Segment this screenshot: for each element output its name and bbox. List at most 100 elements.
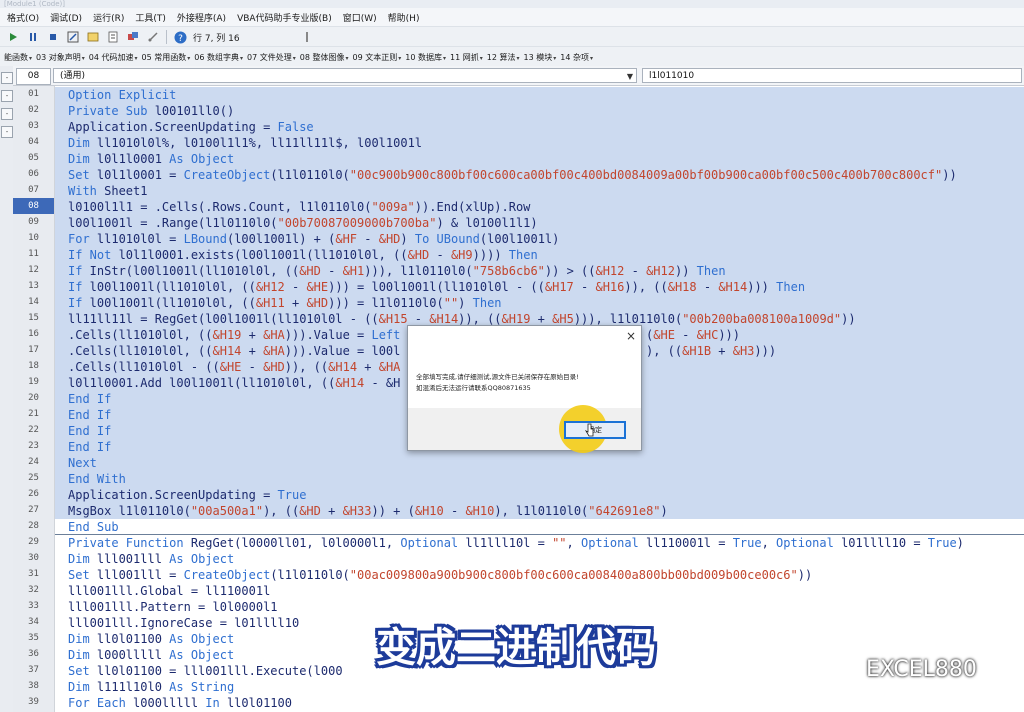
tb2-functions[interactable]: 能函数▾ <box>4 52 32 63</box>
code-line-text: Dim ll1010l0l%, l0100l1l1%, ll11ll11l$, … <box>68 136 423 150</box>
collapse-button[interactable]: - <box>1 126 13 138</box>
line-number: 26 <box>28 489 39 499</box>
vba-assistant-toolbar: 能函数▾ 03 对象声明▾ 04 代码加速▾ 05 常用函数▾ 06 数组字典▾… <box>0 46 1024 68</box>
code-line[interactable]: Application.ScreenUpdating = True <box>55 487 1024 503</box>
code-line[interactable]: Private Sub l00101ll0() <box>55 103 1024 119</box>
code-line[interactable]: With Sheet1 <box>55 183 1024 199</box>
tb2-web-scraping[interactable]: 11 网抓▾ <box>450 52 483 63</box>
menu-tools[interactable]: 工具(T) <box>135 11 166 24</box>
line-number: 16 <box>28 329 39 339</box>
object-browser-icon[interactable] <box>126 30 140 44</box>
line-number: 14 <box>28 297 39 307</box>
code-line[interactable]: End With <box>55 471 1024 487</box>
tb2-image[interactable]: 08 整体图像▾ <box>300 52 349 63</box>
code-line-text: Option Explicit <box>68 88 177 102</box>
code-line[interactable]: Set l0l1l0001 = CreateObject(l1l0110l0("… <box>55 167 1024 183</box>
line-number-gutter: 01 02 03 04 05 06 07 08 09 10 11 12 13 14 15 16 17 18 19 20… <box>13 86 55 712</box>
line-number: 22 <box>28 425 39 435</box>
code-line[interactable]: For Each l000lllll In ll0l01100 <box>55 695 1024 711</box>
code-line[interactable]: If l00l1001l(ll1010l0l, ((&H12 - &HE))) … <box>55 279 1024 295</box>
line-number: 38 <box>28 681 39 691</box>
code-line[interactable]: If Not l0l1l0001.exists(l00l1001l(ll1010… <box>55 247 1024 263</box>
collapse-button[interactable]: - <box>1 108 13 120</box>
menu-addins[interactable]: 外接程序(A) <box>177 11 226 24</box>
menu-vba-assistant[interactable]: VBA代码助手专业版(B) <box>237 11 332 24</box>
menu-debug[interactable]: 调试(D) <box>50 11 82 24</box>
tb2-array-dictionary[interactable]: 06 数组字典▾ <box>194 52 243 63</box>
tb2-database[interactable]: 10 数据库▾ <box>405 52 446 63</box>
menu-help[interactable]: 帮助(H) <box>388 11 420 24</box>
menu-format[interactable]: 格式(O) <box>7 11 39 24</box>
line-number: 36 <box>28 649 39 659</box>
tb2-module[interactable]: 13 模块▾ <box>524 52 557 63</box>
pause-icon[interactable] <box>26 30 40 44</box>
code-line-text: Set lll001lll = CreateObject(l1l0110l0("… <box>68 568 813 582</box>
code-line-text: For Each l000lllll In ll0l01100 <box>68 696 292 710</box>
line-number: 32 <box>28 585 39 595</box>
code-line-text: If InStr(l00l1001l(ll1010l0l, ((&HD - &H… <box>68 264 726 278</box>
toolbar-overflow-icon[interactable] <box>300 30 314 44</box>
object-dropdown[interactable]: (通用) ▼ <box>53 68 637 83</box>
line-number: 29 <box>28 537 39 547</box>
code-line[interactable]: MsgBox l1l0110l0("00a500a1"), ((&HD + &H… <box>55 503 1024 519</box>
code-line[interactable]: lll001lll.Global = ll110001l <box>55 583 1024 599</box>
code-line[interactable]: Set lll001lll = CreateObject(l1l0110l0("… <box>55 567 1024 583</box>
run-icon[interactable] <box>6 30 20 44</box>
code-line-text: End If <box>68 424 112 438</box>
code-line[interactable]: Private Function RegGet(l0000ll01, l0l00… <box>55 535 1024 551</box>
menu-bar: 格式(O) 调试(D) 运行(R) 工具(T) 外接程序(A) VBA代码助手专… <box>0 8 1024 26</box>
ok-button[interactable]: 确定 <box>564 421 626 439</box>
line-number: 30 <box>28 553 39 563</box>
collapse-button[interactable]: - <box>1 90 13 102</box>
line-number: 11 <box>28 249 39 259</box>
chevron-down-icon[interactable]: ▼ <box>627 69 633 84</box>
code-line-text: l0100l1l1 = .Cells(.Rows.Count, l1l0110l… <box>68 200 531 214</box>
close-icon[interactable]: × <box>626 329 636 343</box>
code-line[interactable]: Dim l0l1l0001 As Object <box>55 151 1024 167</box>
code-line[interactable]: l0100l1l1 = .Cells(.Rows.Count, l1l0110l… <box>55 199 1024 215</box>
line-number: 03 <box>28 121 39 131</box>
code-line-text: End If <box>68 392 112 406</box>
line-number: 06 <box>28 169 39 179</box>
stop-icon[interactable] <box>46 30 60 44</box>
code-line[interactable]: Dim ll1010l0l%, l0100l1l1%, ll11ll11l$, … <box>55 135 1024 151</box>
tb2-file-handling[interactable]: 07 文件处理▾ <box>247 52 296 63</box>
tb2-misc[interactable]: 14 杂项▾ <box>560 52 593 63</box>
toolbox-icon[interactable] <box>146 30 160 44</box>
help-icon[interactable]: ? <box>173 30 187 44</box>
message-box-body: 全部填写完成,请仔细测试,源文件已关闭保存在原始目录! 如混淆后无法运行请联系Q… <box>408 360 641 408</box>
line-number: 35 <box>28 633 39 643</box>
tb2-object-declare[interactable]: 03 对象声明▾ <box>36 52 85 63</box>
code-line[interactable]: If InStr(l00l1001l(ll1010l0l, ((&HD - &H… <box>55 263 1024 279</box>
code-line-text: Set ll0l01100 = lll001lll.Execute(l000 <box>68 664 343 678</box>
code-line-text: lll001lll.Global = ll110001l <box>68 584 271 598</box>
tb2-text-regex[interactable]: 09 文本正则▾ <box>353 52 402 63</box>
code-line[interactable]: If l00l1001l(ll1010l0l, ((&H11 + &HD))) … <box>55 295 1024 311</box>
code-line-text: Dim l000lllll As Object <box>68 648 235 662</box>
menu-window[interactable]: 窗口(W) <box>343 11 377 24</box>
code-line-text: If Not l0l1l0001.exists(l00l1001l(ll1010… <box>68 248 538 262</box>
tb2-code-speedup[interactable]: 04 代码加速▾ <box>89 52 138 63</box>
code-line-text: If l00l1001l(ll1010l0l, ((&H12 - &HE))) … <box>68 280 806 294</box>
code-line[interactable]: Dim lll001lll As Object <box>55 551 1024 567</box>
code-line[interactable]: lll001lll.Pattern = l0l0000l1 <box>55 599 1024 615</box>
code-line[interactable]: l00l1001l = .Range(l1l0110l0("00b7008700… <box>55 215 1024 231</box>
procedure-dropdown[interactable]: l1l011010 <box>642 68 1022 83</box>
project-explorer-icon[interactable] <box>86 30 100 44</box>
code-line[interactable]: For ll1010l0l = LBound(l00l1001l) + (&HF… <box>55 231 1024 247</box>
object-dropdown-value: (通用) <box>60 71 86 81</box>
collapse-button[interactable]: - <box>1 72 13 84</box>
design-mode-icon[interactable] <box>66 30 80 44</box>
code-line-text: Private Function RegGet(l0000ll01, l0l00… <box>68 536 964 550</box>
window-title: [Module1 (Code)] <box>0 0 1024 8</box>
properties-icon[interactable] <box>106 30 120 44</box>
code-line[interactable]: End Sub <box>55 519 1024 535</box>
code-line[interactable]: Application.ScreenUpdating = False <box>55 119 1024 135</box>
code-line[interactable]: Next <box>55 455 1024 471</box>
code-line-text: End With <box>68 472 126 486</box>
tb2-common-functions[interactable]: 05 常用函数▾ <box>142 52 191 63</box>
watermark-text: EXCEL880 <box>866 656 977 682</box>
menu-run[interactable]: 运行(R) <box>93 11 124 24</box>
tb2-algorithm[interactable]: 12 算法▾ <box>487 52 520 63</box>
code-line[interactable]: Option Explicit <box>55 87 1024 103</box>
